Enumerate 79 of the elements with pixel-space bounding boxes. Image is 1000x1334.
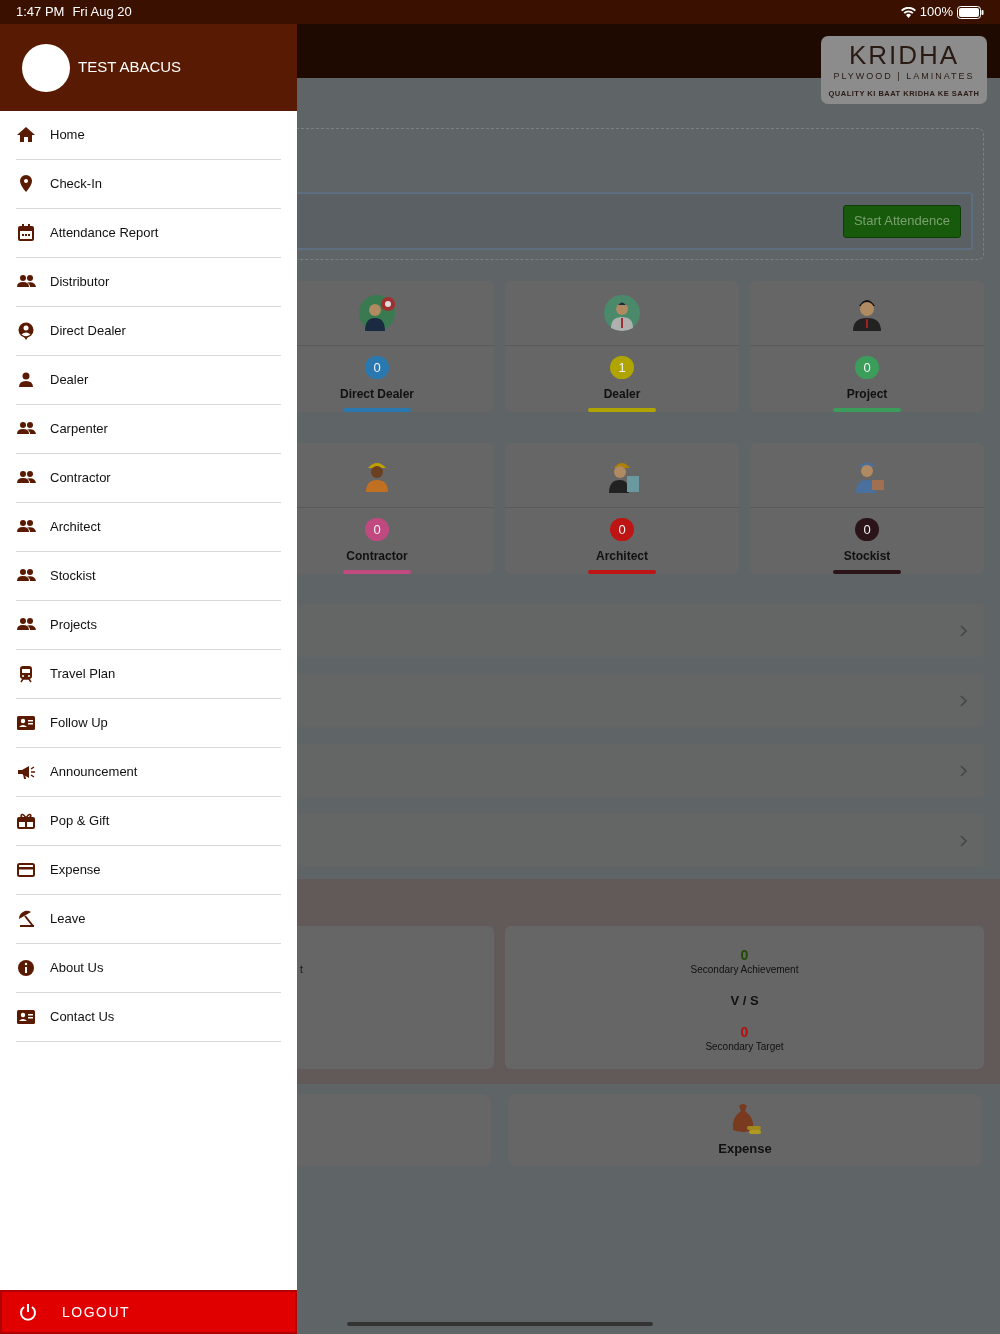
contact-card-icon: [16, 1007, 36, 1027]
umbrella-icon: [16, 909, 36, 929]
menu-item[interactable]: Distributor: [16, 258, 281, 307]
battery-level: 100%: [919, 3, 953, 22]
category-underline: [588, 408, 656, 412]
man-avatar-icon: [603, 293, 641, 332]
menu-row[interactable]: [297, 744, 984, 797]
person-circle-icon: [16, 321, 36, 341]
count-badge: 1: [610, 355, 634, 380]
menu-item[interactable]: Follow Up: [16, 699, 281, 748]
menu-item[interactable]: Expense: [16, 846, 281, 895]
chevron-right-icon: [960, 624, 968, 637]
target-value: 0: [740, 1024, 749, 1039]
menu-item[interactable]: Travel Plan: [16, 650, 281, 699]
menu-item[interactable]: Carpenter: [16, 405, 281, 454]
gift-icon: [16, 811, 36, 831]
contact-card-icon: [16, 713, 36, 733]
target-label: Secondary Target: [705, 1039, 784, 1054]
person-icon: [16, 370, 36, 390]
menu-item[interactable]: Contact Us: [16, 993, 281, 1042]
category-underline: [833, 408, 901, 412]
menu-row[interactable]: [297, 814, 984, 867]
category-label: Stockist: [843, 548, 891, 566]
count-badge: 0: [855, 517, 879, 542]
category-underline: [833, 570, 901, 574]
category-card[interactable]: 0 Contractor: [297, 443, 494, 574]
avatar: [22, 43, 70, 92]
calendar-icon: [16, 223, 36, 243]
achievement-value: 0: [740, 948, 749, 962]
count-badge: 0: [365, 355, 389, 380]
menu-item[interactable]: Home: [16, 111, 281, 160]
menu-card[interactable]: [297, 1094, 491, 1166]
menu-item[interactable]: Dealer: [16, 356, 281, 405]
expense-label: Expense: [718, 1140, 772, 1158]
category-label: Architect: [596, 548, 648, 566]
category-label: Dealer: [603, 386, 641, 404]
menu-item[interactable]: Pop & Gift: [16, 797, 281, 846]
chevron-right-icon: [960, 764, 968, 777]
menu-item[interactable]: Announcement: [16, 748, 281, 797]
menu-item[interactable]: Contractor: [16, 454, 281, 503]
count-badge: 0: [365, 517, 389, 542]
menu-item[interactable]: Stockist: [16, 552, 281, 601]
menu-item[interactable]: Leave: [16, 895, 281, 944]
logo-name: KRIDHA: [848, 42, 960, 68]
category-card[interactable]: 0 Direct Dealer: [297, 281, 494, 412]
menu-item[interactable]: Projects: [16, 601, 281, 650]
status-time: 1:47 PM: [16, 3, 65, 22]
logo-subtitle: PLYWOOD | LAMINATES: [833, 70, 975, 83]
menu-item[interactable]: About Us: [16, 944, 281, 993]
wifi-icon: [900, 6, 916, 18]
menu-item[interactable]: Attendance Report: [16, 209, 281, 258]
target-label: t: [300, 963, 303, 977]
info-icon: [16, 958, 36, 978]
status-date: Fri Aug 20: [72, 3, 132, 22]
count-badge: 0: [610, 517, 634, 542]
battery-icon: [957, 5, 984, 19]
chevron-right-icon: [960, 694, 968, 707]
category-underline: [588, 570, 656, 574]
vs-label: V / S: [730, 992, 759, 1010]
category-card[interactable]: 0 Architect: [505, 443, 739, 574]
count-badge: 0: [855, 355, 879, 380]
menu-item[interactable]: Direct Dealer: [16, 307, 281, 356]
category-underline: [343, 408, 411, 412]
menu-row[interactable]: [297, 674, 984, 727]
logout-button[interactable]: LOGOUT: [0, 1290, 297, 1334]
user-name: TEST ABACUS: [78, 57, 182, 78]
category-label: Contractor: [346, 548, 408, 566]
chevron-right-icon: [960, 834, 968, 847]
category-card[interactable]: 0 Stockist: [750, 443, 984, 574]
menu-item[interactable]: Architect: [16, 503, 281, 552]
category-label: Project: [846, 386, 888, 404]
menu-item[interactable]: Check-In: [16, 160, 281, 209]
category-label: Direct Dealer: [339, 386, 414, 404]
menu-row[interactable]: [297, 604, 984, 657]
credit-card-icon: [16, 860, 36, 880]
power-icon: [18, 1302, 38, 1322]
category-underline: [343, 570, 411, 574]
home-icon: [16, 125, 36, 145]
achievement-label: Secondary Achievement: [690, 963, 799, 977]
